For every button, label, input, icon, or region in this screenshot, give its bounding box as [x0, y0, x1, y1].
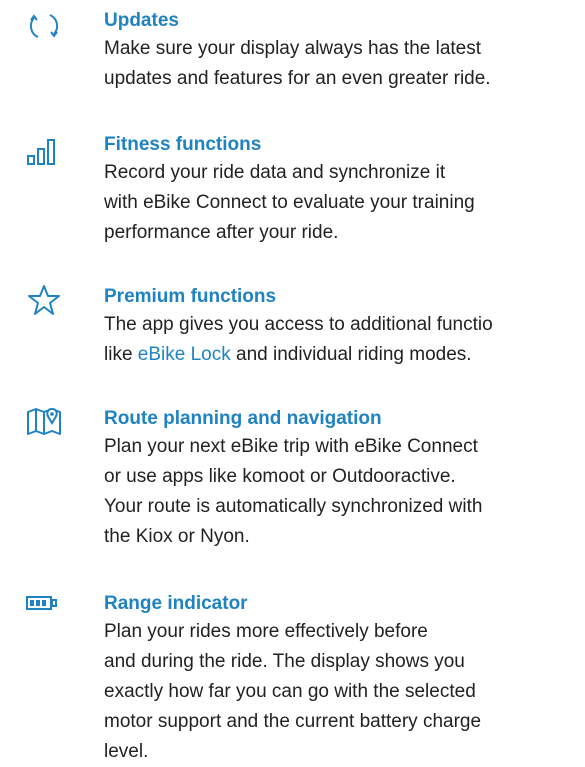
feature-text-line: like eBike Lock and individual riding mo… — [104, 340, 585, 370]
feature-text-line: exactly how far you can go with the sele… — [104, 681, 476, 702]
bar-chart-icon — [27, 139, 55, 165]
star-icon — [28, 285, 60, 315]
feature-text-line: with eBike Connect to evaluate your trai… — [104, 192, 475, 213]
feature-title: Range indicator — [104, 593, 248, 614]
feature-text-line: the Kiox or Nyon. — [104, 526, 250, 547]
feature-title: Updates — [104, 10, 179, 31]
feature-text-line: Make sure your display always has the la… — [104, 38, 482, 59]
ebike-lock-link[interactable]: eBike Lock — [138, 344, 231, 365]
feature-text-line: updates and features for an even greater… — [104, 68, 491, 89]
feature-text-line: level. — [104, 741, 149, 762]
feature-text-line: Record your ride data and synchronize it — [104, 162, 446, 183]
feature-title: Fitness functions — [104, 134, 262, 155]
feature-text-line: Your route is automatically synchronized… — [104, 496, 483, 517]
feature-text-line: and during the ride. The display shows y… — [104, 651, 465, 672]
feature-text-line: performance after your ride. — [104, 222, 339, 243]
feature-text-line: or use apps like komoot or Outdooractive… — [104, 466, 456, 487]
feature-text-segment: and individual riding modes. — [230, 344, 472, 365]
feature-title: Premium functions — [104, 286, 277, 307]
refresh-icon — [29, 14, 59, 38]
battery-icon — [26, 596, 57, 610]
map-pin-icon — [27, 407, 61, 435]
feature-text-line: Plan your next eBike trip with eBike Con… — [104, 436, 478, 457]
feature-title: Route planning and navigation — [104, 408, 382, 429]
feature-text-line: Plan your rides more effectively before — [104, 621, 428, 642]
feature-text-line: motor support and the current battery ch… — [104, 711, 482, 732]
feature-text-segment: like — [104, 344, 138, 365]
feature-text-line: The app gives you access to additional f… — [104, 314, 493, 335]
